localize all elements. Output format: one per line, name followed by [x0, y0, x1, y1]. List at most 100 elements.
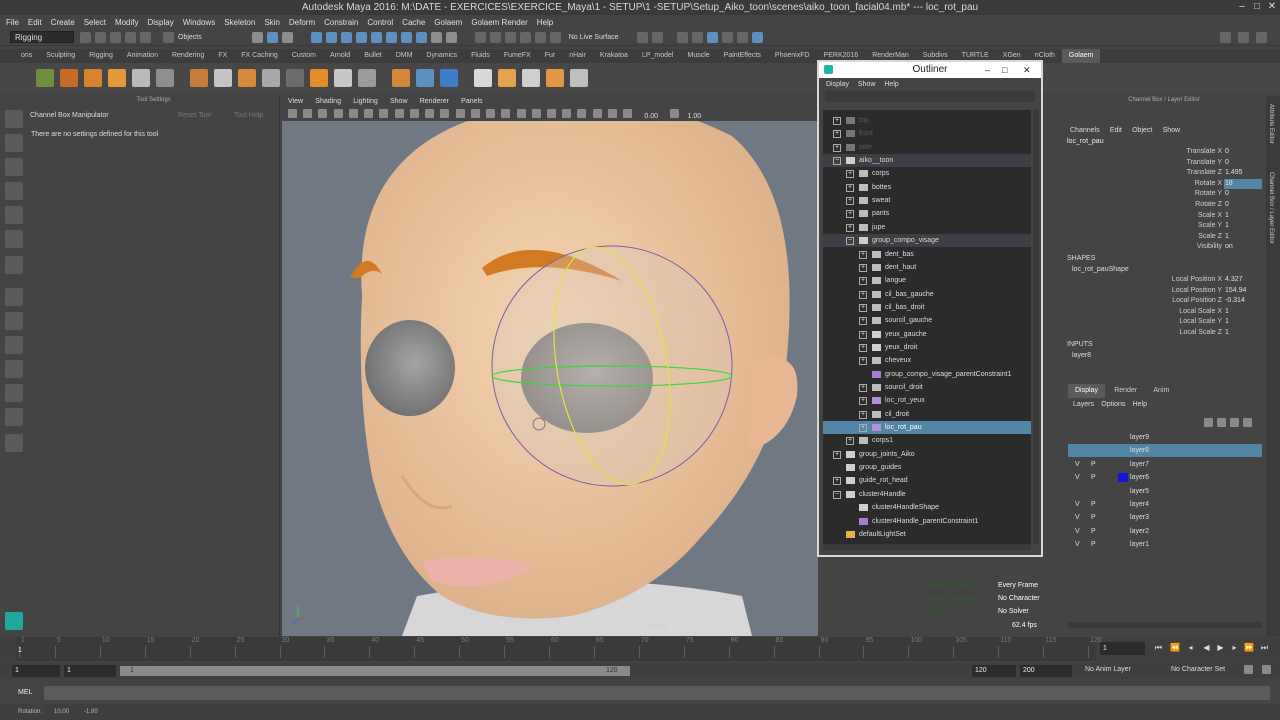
layer-visibility-toggle[interactable]: V: [1075, 538, 1085, 551]
menu-display[interactable]: Display: [148, 18, 174, 27]
ipr-render-icon[interactable]: [706, 31, 718, 43]
cb-menu-edit[interactable]: Edit: [1110, 127, 1122, 134]
render-frame-icon[interactable]: [691, 31, 703, 43]
golaem-navigation-icon[interactable]: [108, 69, 126, 87]
tab-render-layers[interactable]: Render: [1107, 384, 1144, 398]
snap-point-icon[interactable]: [504, 31, 516, 43]
select-components-icon[interactable]: [281, 31, 293, 43]
vp-menu-shading[interactable]: Shading: [315, 98, 341, 105]
gate-mask-icon[interactable]: [379, 109, 389, 118]
perspective-viewport[interactable]: View Shading Lighting Show Renderer Pane…: [282, 96, 818, 636]
layer-playback-toggle[interactable]: P: [1091, 458, 1101, 471]
shape-channel-value[interactable]: 1: [1224, 328, 1262, 338]
expand-icon[interactable]: +: [859, 277, 867, 286]
outliner-maximize-button[interactable]: □: [1002, 62, 1007, 78]
layer-row[interactable]: V Player1: [1068, 538, 1262, 551]
shelf-tab-golaem[interactable]: Golaem: [1061, 49, 1101, 63]
select-tool-icon[interactable]: [5, 110, 23, 128]
select-hierarchy-icon[interactable]: [163, 31, 174, 43]
channel-value[interactable]: 1: [1224, 221, 1262, 231]
play-forward-icon[interactable]: ▶: [1216, 643, 1225, 652]
render-setup-icon[interactable]: [751, 31, 763, 43]
render-settings-icon[interactable]: [721, 31, 733, 43]
anti-aliasing-icon[interactable]: [562, 109, 572, 118]
workspace-icon[interactable]: [1220, 32, 1231, 43]
channel-row[interactable]: Visibility on: [1062, 242, 1266, 252]
snap-live-icon[interactable]: [534, 31, 546, 43]
outliner-item[interactable]: + side: [823, 141, 1031, 154]
outliner-item[interactable]: + yeux_gauche: [823, 328, 1031, 341]
select-objects-icon[interactable]: [266, 31, 278, 43]
outliner-item[interactable]: − aiko__toon: [823, 154, 1031, 168]
shadows-icon[interactable]: [516, 109, 526, 118]
vp-menu-renderer[interactable]: Renderer: [420, 98, 449, 105]
layer-color-swatch[interactable]: [1118, 473, 1128, 483]
step-back-frame-icon[interactable]: ◂: [1186, 643, 1195, 652]
layer-menu-help[interactable]: Help: [1133, 401, 1147, 408]
layout-extra-icon[interactable]: [5, 434, 23, 452]
outliner-item[interactable]: − group_compo_visage: [823, 234, 1031, 248]
expand-icon[interactable]: +: [833, 450, 841, 459]
outliner-item[interactable]: + cil_droit: [823, 408, 1031, 421]
golaem-render-icon[interactable]: [214, 69, 232, 87]
start-time-field[interactable]: 1: [12, 665, 60, 677]
shelf-tab-rendering[interactable]: Rendering: [165, 49, 211, 63]
panel-layout-icon[interactable]: [1238, 32, 1249, 43]
lock-selection-icon[interactable]: [430, 31, 442, 43]
golaem-arrow-icon[interactable]: [310, 69, 328, 87]
minimize-button[interactable]: –: [1236, 1, 1248, 13]
golaem-layout-icon[interactable]: [262, 69, 280, 87]
persp-outliner-icon[interactable]: [5, 336, 23, 354]
layer-row[interactable]: V Player4: [1068, 498, 1262, 511]
shelf-tab-sculpting[interactable]: Sculpting: [39, 49, 82, 63]
outliner-item[interactable]: + loc_rot_yeux: [823, 394, 1031, 407]
layer-visibility-toggle[interactable]: V: [1075, 498, 1085, 511]
golaem-vector-icon[interactable]: [474, 69, 492, 87]
shape-channel-row[interactable]: Local Scale X1: [1062, 307, 1266, 317]
layer-row[interactable]: V Player3: [1068, 511, 1262, 524]
scale-tool-icon[interactable]: [5, 230, 23, 248]
expand-icon[interactable]: +: [859, 317, 867, 326]
outliner-item[interactable]: + cil_bas_droit: [823, 301, 1031, 314]
outliner-close-button[interactable]: ✕: [1023, 62, 1031, 78]
playback-start-field[interactable]: 1: [64, 665, 116, 677]
golaem-motion-icon[interactable]: [334, 69, 352, 87]
mask-handles-icon[interactable]: [310, 31, 322, 43]
time-slider-track[interactable]: 1 5 10 15 20 25 30 35 40 45 50 55 60 65 70 75 80 85 90 95 10…: [16, 637, 1102, 661]
outliner-item[interactable]: + jupe: [823, 221, 1031, 234]
end-time-field[interactable]: 200: [1020, 665, 1072, 677]
channel-value[interactable]: 1: [1224, 232, 1262, 242]
outliner-horizontal-scrollbar[interactable]: [823, 544, 1031, 550]
snap-view-plane-icon[interactable]: [519, 31, 531, 43]
channel-value[interactable]: on: [1224, 242, 1262, 252]
tool-help-button[interactable]: Tool Help: [234, 112, 263, 119]
auto-key-icon[interactable]: [1244, 665, 1253, 674]
layer-visibility-toggle[interactable]: V: [1075, 471, 1085, 484]
golaem-flow-icon[interactable]: [522, 69, 540, 87]
outliner-item[interactable]: + sweat: [823, 194, 1031, 207]
mask-joints-icon[interactable]: [325, 31, 337, 43]
expand-icon[interactable]: +: [833, 143, 841, 152]
shelf-tab-rigging[interactable]: Rigging: [82, 49, 120, 63]
anim-layer-dropdown[interactable]: No Anim Layer: [1085, 666, 1131, 673]
time-slider[interactable]: 1 5 10 15 20 25 30 35 40 45 50 55 60 65 70 75 80 85 90 95 10…: [0, 637, 1280, 662]
smooth-shade-icon[interactable]: [455, 109, 465, 118]
shelf-tab-ons[interactable]: ons: [14, 49, 39, 63]
layer-playback-toggle[interactable]: P: [1091, 525, 1101, 538]
shape-channel-value[interactable]: 4.327: [1224, 275, 1262, 285]
range-slider-bar[interactable]: 1 120: [120, 666, 630, 676]
layer-playback-toggle[interactable]: P: [1091, 498, 1101, 511]
safe-title-icon[interactable]: [425, 109, 435, 118]
shape-channel-row[interactable]: Local Position Y 154.94: [1062, 286, 1266, 296]
shelf-tab-nhair[interactable]: nHair: [562, 49, 593, 63]
xray-icon[interactable]: [592, 109, 602, 118]
golaem-locator-icon[interactable]: [440, 69, 458, 87]
current-time-field[interactable]: 1: [1100, 642, 1145, 655]
golaem-emitter-icon[interactable]: [570, 69, 588, 87]
expand-icon[interactable]: +: [859, 290, 867, 299]
menu-constrain[interactable]: Constrain: [324, 18, 358, 27]
character-set-dropdown[interactable]: No Character Set: [1171, 666, 1225, 673]
outliner-item[interactable]: + group_joints_Aiko: [823, 448, 1031, 461]
collapse-icon[interactable]: −: [833, 157, 841, 166]
input-name[interactable]: layer8: [1072, 352, 1091, 359]
